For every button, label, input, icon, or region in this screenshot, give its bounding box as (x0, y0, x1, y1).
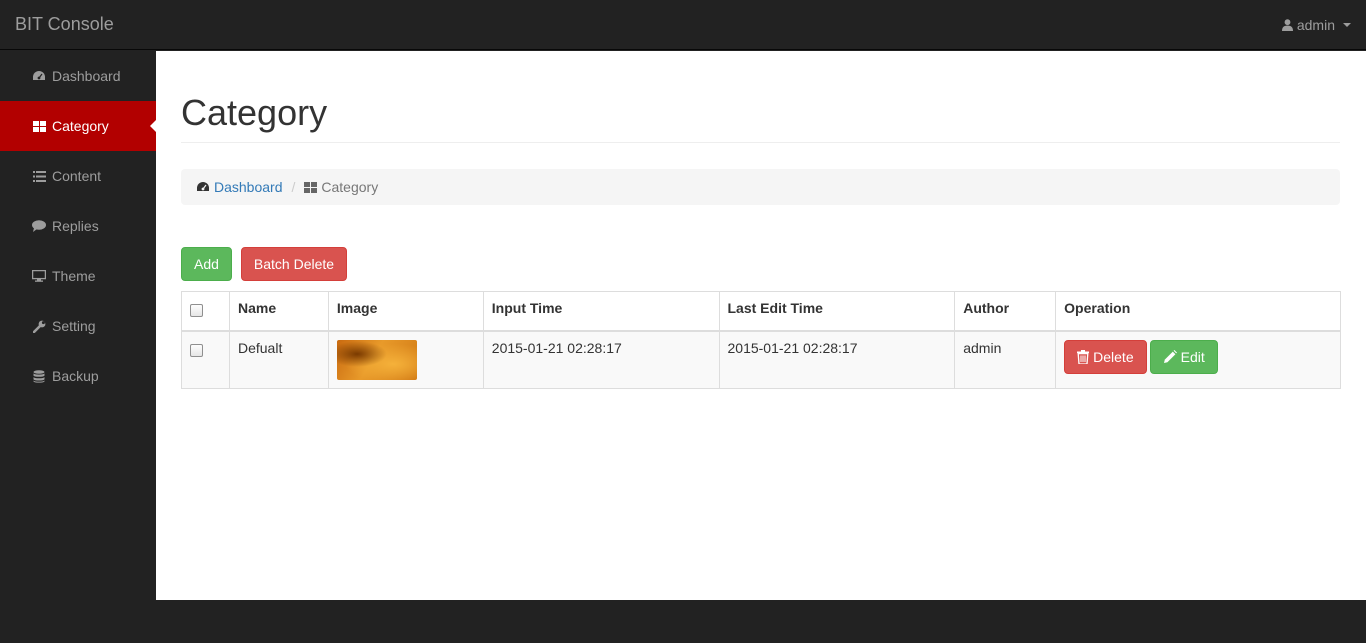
column-header-name[interactable]: Name (228, 291, 329, 332)
row-image-cell (327, 330, 484, 389)
row-checkbox[interactable] (190, 344, 203, 357)
edit-button[interactable]: Edit (1149, 340, 1218, 374)
sidebar-item-setting[interactable]: Setting (0, 301, 156, 351)
breadcrumb-current-label: Category (321, 179, 379, 195)
breadcrumb-current: Category (304, 179, 378, 195)
delete-button[interactable]: Delete (1064, 340, 1147, 374)
column-header-author[interactable]: Author (954, 291, 1057, 332)
row-last-edit-time: 2015-01-21 02:28:17 (718, 330, 956, 389)
monitor-icon (32, 269, 46, 283)
table-header-row: Name Image Input Time Last Edit Time Aut… (181, 291, 1341, 332)
user-name: admin (1296, 17, 1335, 33)
dashboard-icon (196, 181, 210, 193)
dashboard-icon (32, 69, 46, 83)
trash-icon (1077, 350, 1090, 364)
top-navbar: BIT Console admin (0, 0, 1366, 50)
sidebar-item-label: Content (52, 168, 102, 184)
breadcrumb-home-label: Dashboard (214, 179, 283, 195)
list-icon (32, 169, 46, 183)
sidebar-item-content[interactable]: Content (0, 151, 156, 201)
row-name: Defualt (228, 330, 329, 389)
sidebar-item-dashboard[interactable]: Dashboard (0, 51, 156, 101)
column-header-input-time[interactable]: Input Time (482, 291, 720, 332)
page-header: Category (181, 91, 1340, 144)
pencil-icon (1163, 350, 1177, 364)
column-header-last-edit-time[interactable]: Last Edit Time (718, 291, 956, 332)
select-all-checkbox[interactable] (190, 304, 203, 317)
database-icon (32, 369, 46, 383)
sidebar-item-category[interactable]: Category (0, 101, 156, 151)
action-bar: Add Batch Delete (181, 247, 348, 281)
sidebar: Dashboard Category Content Replies Theme… (0, 51, 156, 600)
select-all-cell (181, 291, 230, 332)
category-thumbnail-image (336, 340, 417, 380)
user-icon (1281, 19, 1293, 31)
add-button[interactable]: Add (181, 247, 232, 281)
edit-button-label: Edit (1180, 349, 1205, 365)
brand-link[interactable]: BIT Console (15, 14, 114, 35)
row-author: admin (954, 330, 1057, 389)
caret-down-icon (1343, 23, 1351, 27)
breadcrumb-dashboard-link[interactable]: Dashboard (196, 179, 283, 195)
category-table: Name Image Input Time Last Edit Time Aut… (181, 291, 1341, 389)
wrench-icon (32, 319, 46, 333)
page-title: Category (181, 92, 328, 133)
column-header-image[interactable]: Image (327, 291, 484, 332)
breadcrumb-separator: / (291, 179, 296, 195)
th-large-icon (304, 181, 318, 193)
sidebar-item-theme[interactable]: Theme (0, 251, 156, 301)
row-operations: Delete Edit (1055, 330, 1341, 389)
sidebar-item-label: Replies (52, 218, 99, 234)
sidebar-item-label: Dashboard (52, 68, 121, 84)
sidebar-item-label: Setting (52, 318, 96, 334)
sidebar-item-backup[interactable]: Backup (0, 351, 156, 401)
row-select-cell (181, 330, 230, 389)
sidebar-item-label: Category (52, 118, 109, 134)
column-header-operation: Operation (1055, 291, 1341, 332)
user-menu[interactable]: admin (1281, 17, 1351, 33)
delete-button-label: Delete (1093, 349, 1134, 365)
breadcrumb: Dashboard / Category (181, 169, 1340, 205)
row-input-time: 2015-01-21 02:28:17 (482, 330, 720, 389)
th-large-icon (32, 119, 46, 133)
sidebar-item-replies[interactable]: Replies (0, 201, 156, 251)
sidebar-item-label: Theme (52, 268, 96, 284)
batch-delete-button[interactable]: Batch Delete (240, 247, 348, 281)
table-row: Defualt 2015-01-21 02:28:17 2015-01-21 0… (181, 330, 1341, 389)
sidebar-item-label: Backup (52, 368, 99, 384)
footer-bar (0, 600, 1366, 643)
main-content: Category Dashboard / Category Add Batch … (156, 51, 1366, 600)
comment-icon (32, 219, 46, 233)
